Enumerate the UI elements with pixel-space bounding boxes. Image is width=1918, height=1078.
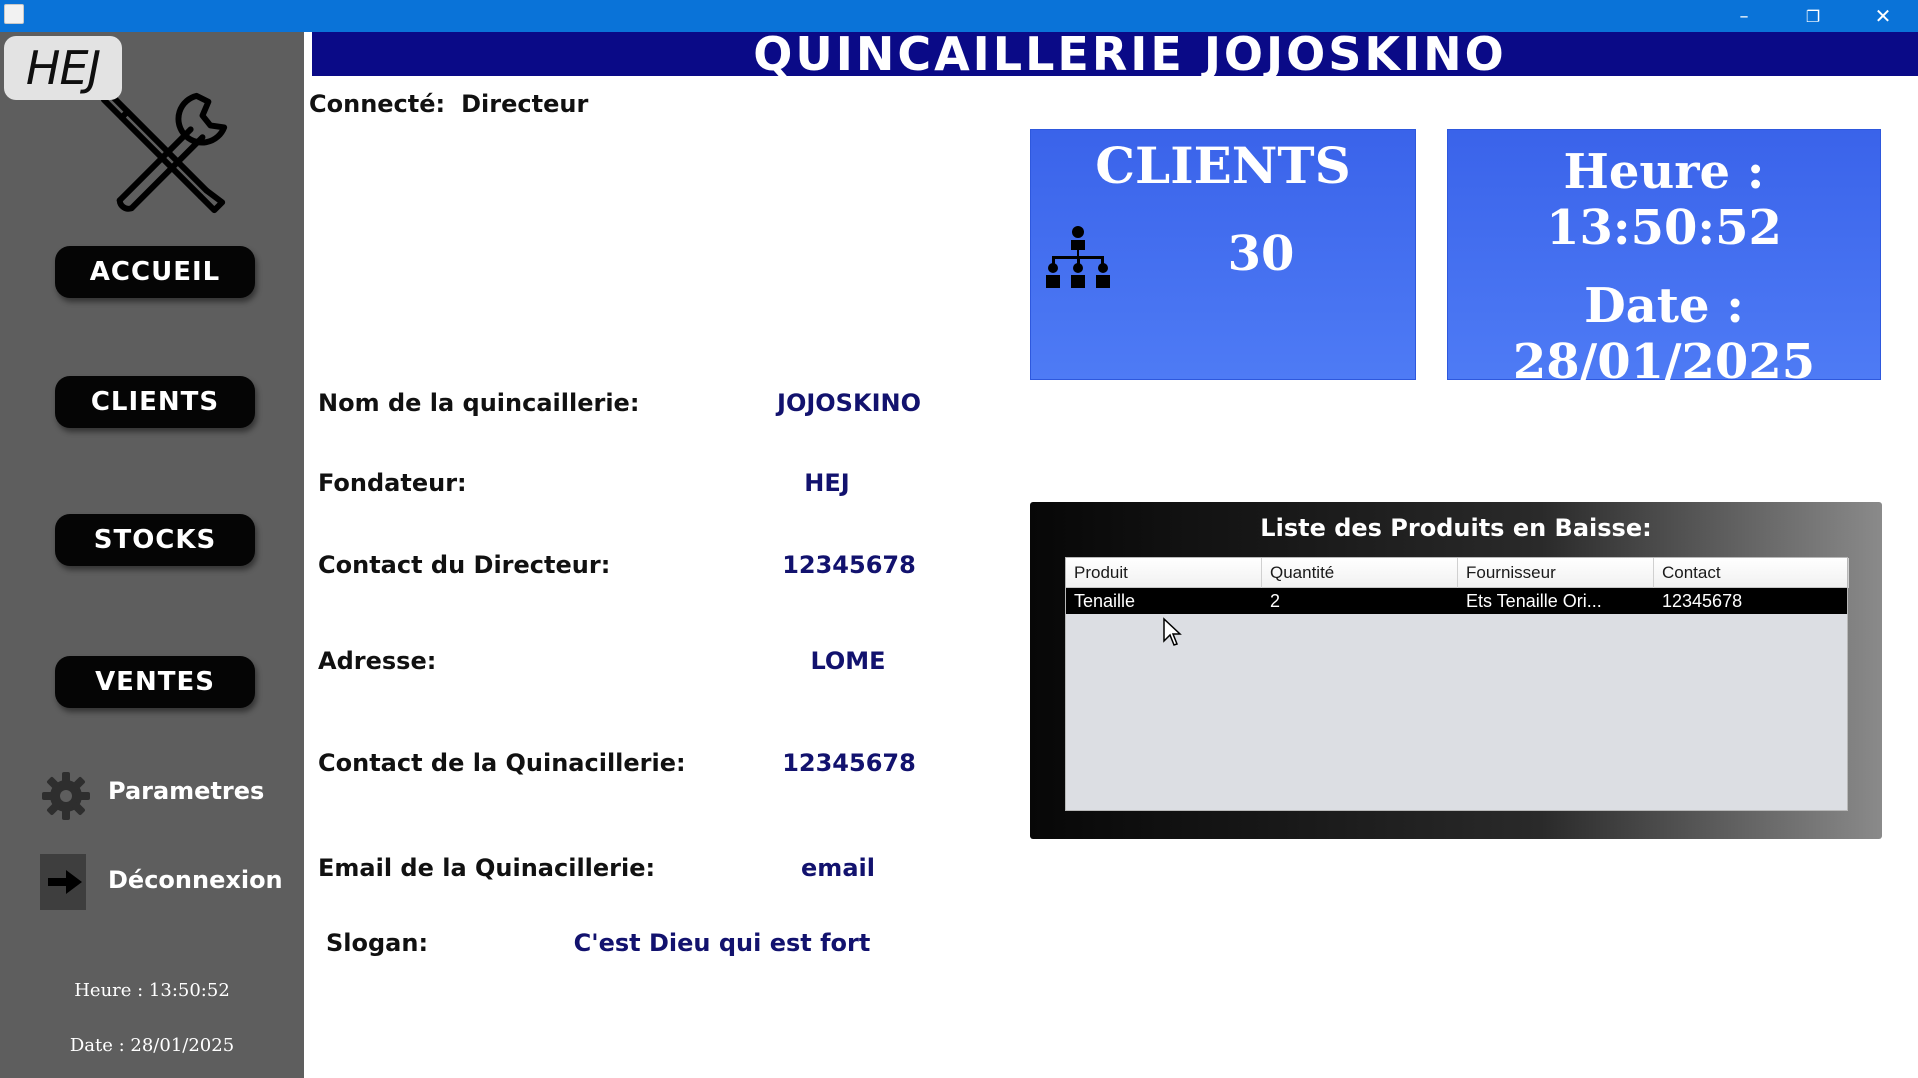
clients-card-title: CLIENTS (1095, 136, 1351, 195)
minimize-button[interactable]: – (1709, 0, 1779, 32)
table-header: Produit Quantité Fournisseur Contact (1066, 558, 1849, 588)
cell-quantite: 2 (1270, 591, 1281, 611)
logo-badge: HEJ (4, 36, 122, 100)
logout-icon-box[interactable] (40, 854, 86, 910)
card-date: Date : 28/01/2025 (1512, 278, 1816, 390)
connected-label: Connecté: (309, 90, 446, 118)
logo-text: HEJ (25, 41, 101, 95)
cell-produit: Tenaille (1074, 591, 1136, 611)
app-icon (4, 4, 24, 24)
nom-label: Nom de la quincaillerie: (318, 389, 640, 417)
contact-quincaillerie-label: Contact de la Quinacillerie: (318, 749, 686, 777)
table-row[interactable]: Tenaille 2 Ets Tenaille Ori... 12345678 (1066, 588, 1847, 614)
nom-value: JOJOSKINO (777, 389, 921, 417)
column-header-contact[interactable]: Contact (1654, 558, 1849, 588)
mouse-cursor-icon (1163, 617, 1182, 646)
adresse-label: Adresse: (318, 647, 437, 675)
nav-stocks-button[interactable]: STOCKS (55, 514, 255, 566)
nav-clients-button[interactable]: CLIENTS (55, 376, 255, 428)
fondateur-label: Fondateur: (318, 469, 467, 497)
nav-accueil-button[interactable]: ACCUEIL (55, 246, 255, 298)
datetime-card: Heure : 13:50:52 Date : 28/01/2025 (1447, 129, 1881, 390)
connected-role: Directeur (461, 90, 589, 118)
column-header-produit[interactable]: Produit (1066, 558, 1262, 588)
close-button[interactable]: ✕ (1848, 0, 1918, 32)
low-stock-panel: Liste des Produits en Baisse: Produit Qu… (1030, 502, 1882, 839)
parametres-link[interactable]: Parametres (108, 777, 264, 805)
slogan-value: C'est Dieu qui est fort (573, 929, 871, 957)
clients-card: CLIENTS 30 (1030, 129, 1416, 380)
maximize-button[interactable]: ❐ (1778, 0, 1848, 32)
users-icon (1046, 226, 1110, 288)
sidebar-time: Heure : 13:50:52 (74, 980, 230, 1001)
column-header-quantite[interactable]: Quantité (1262, 558, 1458, 588)
logout-arrow-icon (48, 870, 82, 894)
nav-ventes-button[interactable]: VENTES (55, 656, 255, 708)
contact-quincaillerie-value: 12345678 (782, 749, 916, 777)
fondateur-value: HEJ (804, 469, 850, 497)
tools-icon (100, 90, 228, 214)
session-status: Connecté: Directeur (309, 90, 588, 118)
sidebar-date: Date : 28/01/2025 (69, 1035, 235, 1056)
gear-icon[interactable] (40, 770, 92, 822)
card-time: Heure : 13:50:52 (1546, 144, 1782, 256)
sidebar: HEJ ACCUEIL CLIENTS STOCKS VENTES Parame… (0, 32, 304, 1078)
adresse-value: LOME (810, 647, 886, 675)
cell-fournisseur: Ets Tenaille Ori... (1466, 591, 1602, 611)
clients-count: 30 (1227, 226, 1295, 282)
low-stock-title: Liste des Produits en Baisse: (1260, 514, 1652, 542)
page-title: QUINCAILLERIE JOJOSKINO (312, 31, 1918, 77)
low-stock-table[interactable]: Produit Quantité Fournisseur Contact Ten… (1065, 557, 1849, 811)
deconnexion-link[interactable]: Déconnexion (108, 866, 283, 894)
contact-directeur-label: Contact du Directeur: (318, 551, 611, 579)
slogan-label: Slogan: (326, 929, 429, 957)
email-label: Email de la Quinacillerie: (318, 854, 656, 882)
column-header-fournisseur[interactable]: Fournisseur (1458, 558, 1654, 588)
email-value: email (801, 854, 875, 882)
contact-directeur-value: 12345678 (782, 551, 916, 579)
cell-contact: 12345678 (1662, 591, 1743, 611)
